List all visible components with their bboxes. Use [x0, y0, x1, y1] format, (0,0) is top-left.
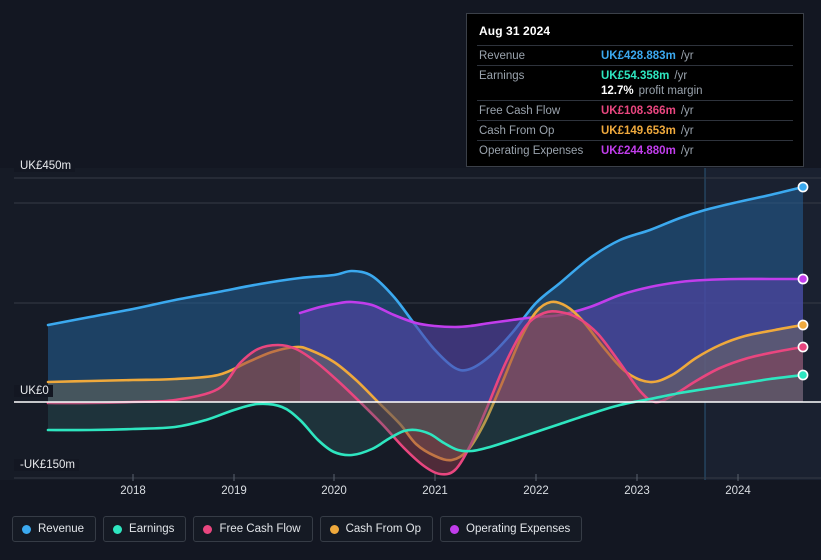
x-axis-label-2018: 2018: [120, 485, 146, 497]
endpoint-marker-earnings: [797, 369, 809, 381]
x-axis-label-2021: 2021: [422, 485, 448, 497]
tooltip-value-earnings: UK£54.358m: [601, 70, 670, 82]
legend-item-cash-from-op[interactable]: Cash From Op: [319, 516, 434, 542]
tooltip-row-earnings: Earnings UK£54.358m /yr: [477, 65, 793, 85]
tooltip-unit-operating-expenses: /yr: [680, 145, 694, 157]
legend-color-dot-icon: [450, 524, 460, 534]
legend-color-dot-icon: [22, 524, 31, 534]
tooltip-row-operating-expenses: Operating Expenses UK£244.880m /yr: [477, 140, 793, 160]
legend-color-dot-icon: [329, 524, 339, 534]
x-axis-label-2019: 2019: [221, 485, 247, 497]
legend-label: Earnings: [129, 523, 175, 535]
legend-item-revenue[interactable]: Revenue: [12, 516, 97, 542]
endpoint-marker-free-cash-flow: [797, 341, 809, 353]
y-axis-label-2: -UK£150m: [14, 459, 79, 471]
endpoint-marker-cash-from-op: [797, 319, 809, 331]
tooltip-value-revenue: UK£428.883m: [601, 50, 676, 62]
x-axis-label-2020: 2020: [321, 485, 347, 497]
tooltip-label-revenue: Revenue: [479, 50, 526, 62]
tooltip-value-profit-margin: 12.7%: [601, 85, 634, 97]
tooltip-unit-earnings: /yr: [674, 70, 688, 82]
tooltip-row-profit-margin: 12.7% profit margin: [477, 85, 793, 100]
x-axis-label-2023: 2023: [624, 485, 650, 497]
endpoint-marker-operating-expenses: [797, 273, 809, 285]
tooltip-value-free-cash-flow: UK£108.366m: [601, 105, 676, 117]
x-axis-label-2024: 2024: [725, 485, 751, 497]
tooltip-label-cash-from-op: Cash From Op: [479, 125, 555, 137]
tooltip-label-earnings: Earnings: [479, 70, 525, 82]
tooltip-unit-revenue: /yr: [680, 50, 694, 62]
tooltip-row-free-cash-flow: Free Cash Flow UK£108.366m /yr: [477, 100, 793, 120]
tooltip-value-cash-from-op: UK£149.653m: [601, 125, 676, 137]
y-axis-label-0: UK£450m: [14, 160, 76, 172]
chart-legend: Revenue Earnings Free Cash Flow Cash From O…: [12, 516, 583, 542]
tooltip-unit-free-cash-flow: /yr: [680, 105, 694, 117]
tooltip-unit-cash-from-op: /yr: [680, 125, 694, 137]
legend-label: Operating Expenses: [466, 523, 571, 535]
financial-chart: UK£450m UK£0 -UK£150m 2018 2019 2020 2021 2022…: [0, 0, 821, 560]
tooltip-label-operating-expenses: Operating Expenses: [479, 145, 584, 157]
tooltip-value-operating-expenses: UK£244.880m: [601, 145, 676, 157]
legend-color-dot-icon: [113, 524, 123, 534]
legend-item-operating-expenses[interactable]: Operating Expenses: [440, 516, 583, 542]
data-tooltip: Aug 31 2024 Revenue UK£428.883m /yr Earn…: [466, 13, 804, 167]
legend-label: Revenue: [38, 523, 85, 535]
tooltip-label-profit-margin: profit margin: [638, 85, 703, 97]
legend-color-dot-icon: [203, 524, 213, 534]
legend-label: Cash From Op: [345, 523, 422, 535]
tooltip-row-cash-from-op: Cash From Op UK£149.653m /yr: [477, 120, 793, 140]
tooltip-date: Aug 31 2024: [479, 24, 551, 38]
tooltip-label-free-cash-flow: Free Cash Flow: [479, 105, 561, 117]
legend-item-earnings[interactable]: Earnings: [103, 516, 187, 542]
x-axis-label-2022: 2022: [523, 485, 549, 497]
legend-label: Free Cash Flow: [219, 523, 301, 535]
endpoint-marker-revenue: [797, 181, 809, 193]
legend-item-free-cash-flow[interactable]: Free Cash Flow: [193, 516, 313, 542]
y-axis-label-1: UK£0: [14, 385, 53, 397]
tooltip-row-revenue: Revenue UK£428.883m /yr: [477, 45, 793, 65]
